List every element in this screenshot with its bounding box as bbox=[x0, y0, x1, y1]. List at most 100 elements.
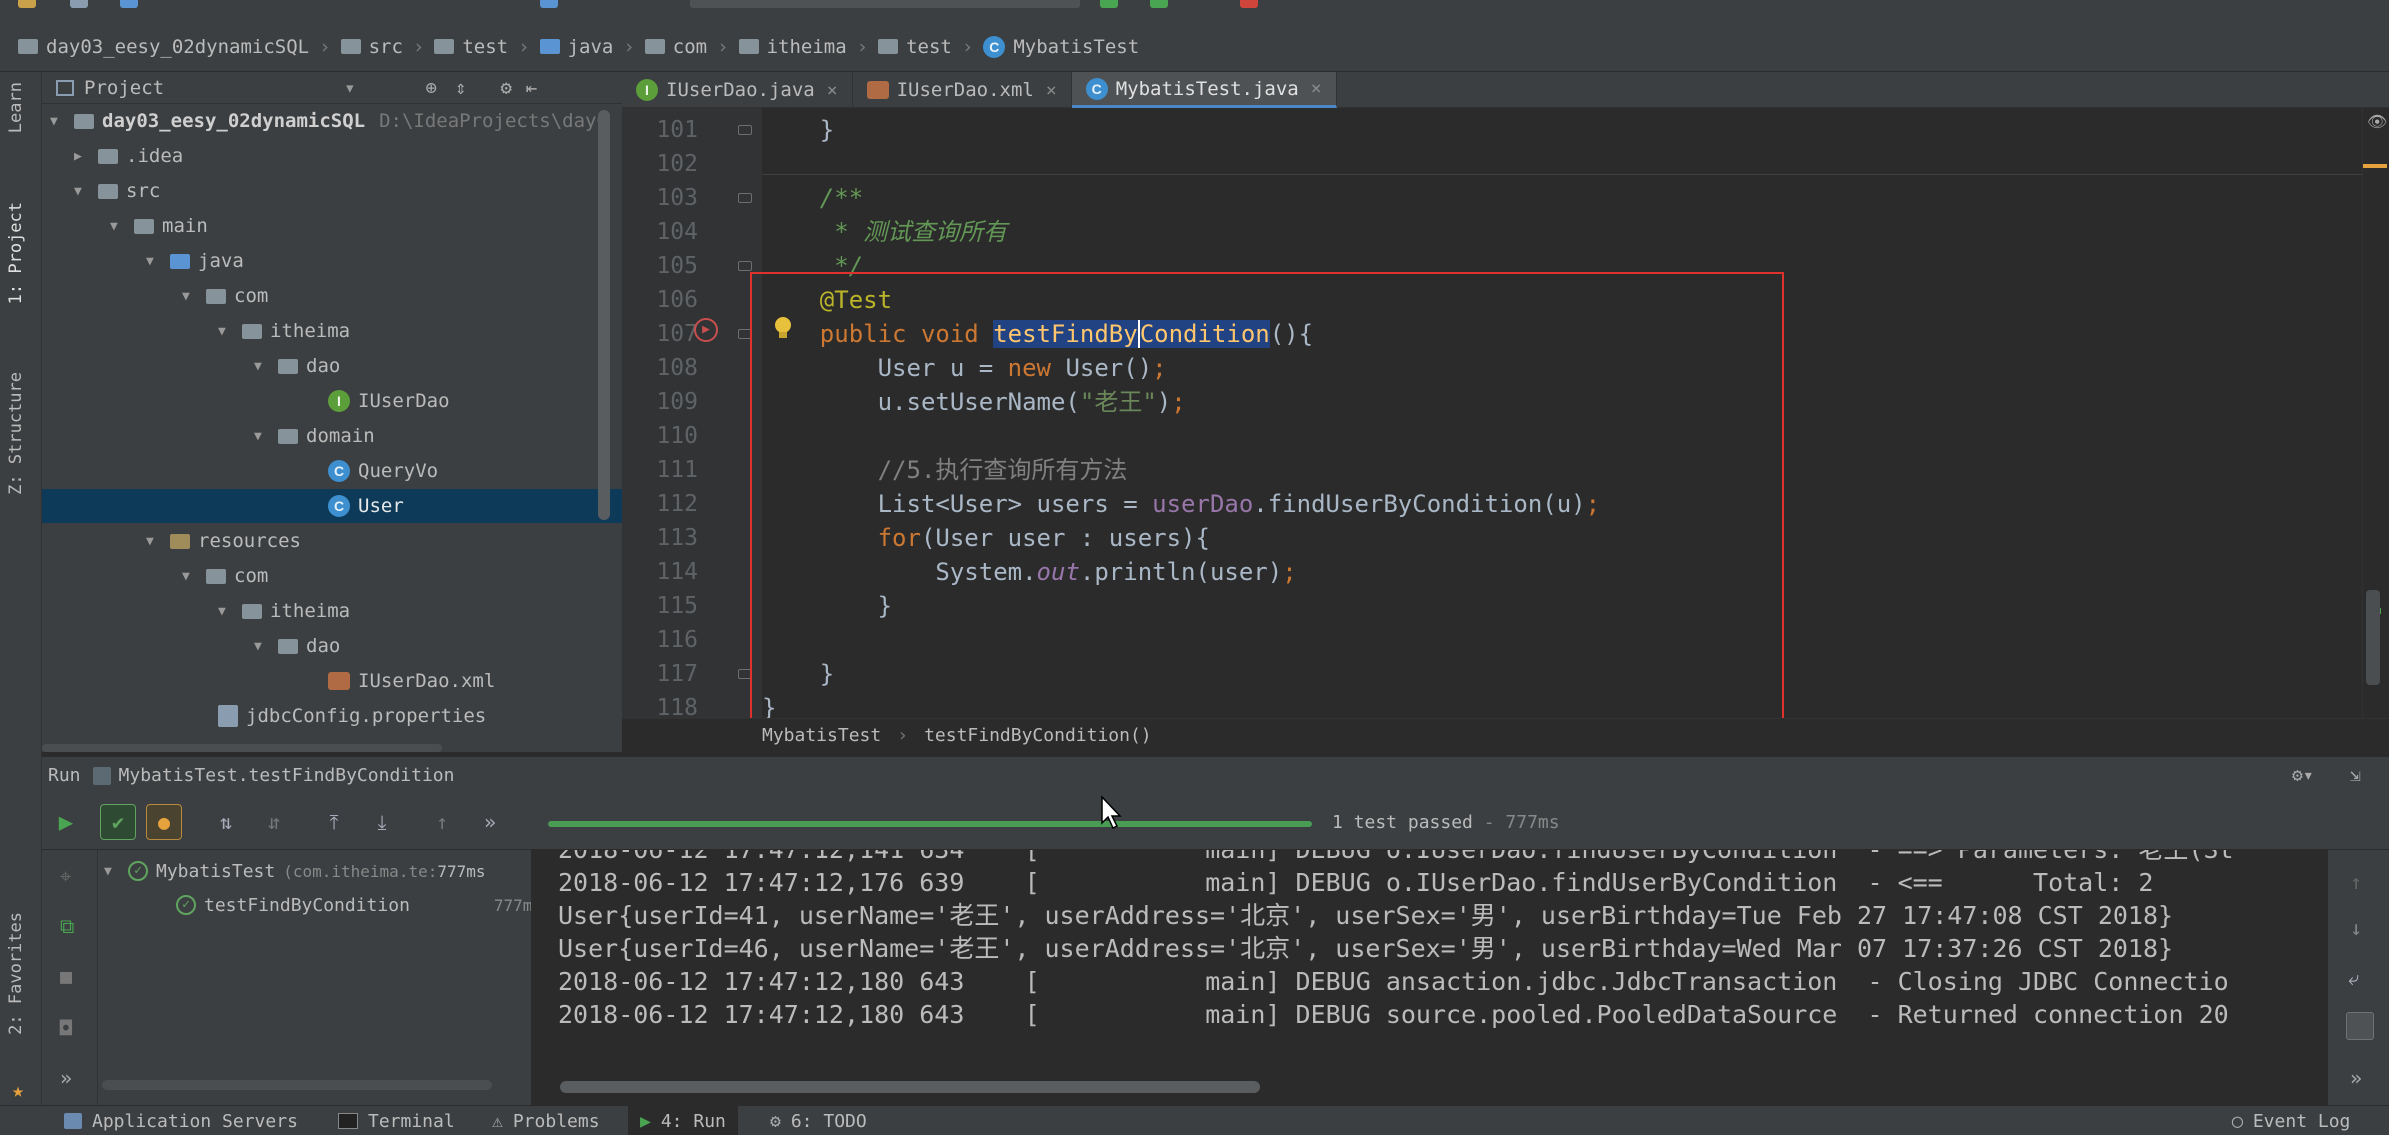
console-output[interactable]: 2018-06-12 17:47:12,141 634 [ main] DEBU… bbox=[532, 850, 2328, 1072]
sync-icon[interactable] bbox=[120, 0, 138, 8]
structure-tab[interactable]: Z: Structure bbox=[6, 372, 26, 495]
previous-test-icon[interactable]: ↑ bbox=[424, 804, 460, 840]
run-tab[interactable]: ▶4: Run bbox=[628, 1106, 738, 1135]
tree-node-com[interactable]: ▼com bbox=[182, 279, 268, 313]
more-icon[interactable]: » bbox=[2350, 1066, 2362, 1090]
breadcrumb-java[interactable]: java› bbox=[540, 36, 635, 58]
breadcrumb-src[interactable]: src› bbox=[341, 36, 425, 58]
scroll-to-end-icon[interactable] bbox=[2346, 1012, 2374, 1040]
expand-arrow-icon[interactable]: ▼ bbox=[74, 184, 98, 199]
warning-marker[interactable] bbox=[2363, 164, 2387, 168]
tree-node-res-itheima[interactable]: ▼itheima bbox=[218, 594, 350, 628]
project-horizontal-scrollbar[interactable] bbox=[42, 744, 442, 752]
star-icon[interactable]: ★ bbox=[12, 1078, 24, 1102]
expand-arrow-icon[interactable]: ▼ bbox=[104, 864, 128, 879]
open-icon[interactable] bbox=[18, 0, 36, 8]
collapse-arrow-icon[interactable]: ▶ bbox=[74, 149, 98, 164]
pin-icon[interactable]: ⌖ bbox=[60, 864, 71, 888]
fold-marker-icon[interactable] bbox=[738, 261, 752, 271]
tab-iuserdao-java[interactable]: IIUserDao.java× bbox=[622, 72, 853, 108]
expand-all-icon[interactable]: ⤒ bbox=[316, 804, 352, 840]
expand-arrow-icon[interactable]: ▼ bbox=[254, 639, 278, 654]
sort-duration-icon[interactable]: ⇵ bbox=[256, 804, 292, 840]
tree-node-iuserdao-xml[interactable]: IUserDao.xml bbox=[328, 664, 495, 698]
event-log-tab[interactable]: ◯Event Log bbox=[2232, 1106, 2350, 1135]
tree-node-res-com[interactable]: ▼com bbox=[182, 559, 268, 593]
stop-icon[interactable] bbox=[1240, 0, 1258, 8]
fold-marker-icon[interactable] bbox=[738, 193, 752, 203]
tree-node-java[interactable]: ▼java bbox=[146, 244, 244, 278]
camera-icon[interactable]: ◘ bbox=[60, 1016, 72, 1040]
run-config-selector[interactable] bbox=[690, 0, 1080, 8]
tab-mybatistest-java[interactable]: CMybatisTest.java× bbox=[1072, 72, 1337, 108]
show-ignored-icon[interactable]: ● bbox=[146, 804, 182, 840]
collapse-all-icon[interactable]: ⤓ bbox=[364, 804, 400, 840]
breadcrumb-itheima[interactable]: itheima› bbox=[739, 36, 869, 58]
expand-arrow-icon[interactable]: ▼ bbox=[254, 359, 278, 374]
expand-arrow-icon[interactable]: ▼ bbox=[50, 114, 74, 129]
stop-icon[interactable]: ■ bbox=[60, 964, 72, 988]
more-icon[interactable]: » bbox=[60, 1066, 72, 1090]
favorites-tab[interactable]: 2: Favorites bbox=[6, 912, 26, 1035]
run-config-tab[interactable]: MybatisTest.testFindByCondition bbox=[119, 765, 455, 786]
application-servers-tab[interactable]: Application Servers bbox=[64, 1106, 298, 1135]
locate-icon[interactable]: ⊕ bbox=[426, 77, 437, 99]
tab-iuserdao-xml[interactable]: IUserDao.xml× bbox=[853, 72, 1072, 108]
console-horizontal-scrollbar[interactable] bbox=[560, 1081, 1260, 1093]
test-tree-scrollbar[interactable] bbox=[102, 1080, 492, 1090]
expand-arrow-icon[interactable]: ▼ bbox=[218, 604, 242, 619]
hide-panel-icon[interactable]: ⇲ bbox=[2350, 765, 2361, 786]
layout-icon[interactable]: ⧉ bbox=[60, 914, 74, 938]
tree-node-idea[interactable]: ▶.idea bbox=[74, 139, 183, 173]
sort-alpha-icon[interactable]: ⇅ bbox=[208, 804, 244, 840]
tree-node-iuserdao[interactable]: IIUserDao bbox=[328, 384, 450, 418]
scroll-up-icon[interactable]: ↑ bbox=[2350, 870, 2362, 894]
gear-icon[interactable]: ⚙ bbox=[500, 77, 511, 99]
problems-tab[interactable]: ⚠Problems bbox=[492, 1106, 600, 1135]
expand-arrow-icon[interactable]: ▼ bbox=[254, 429, 278, 444]
close-icon[interactable]: × bbox=[1311, 78, 1322, 99]
soft-wrap-icon[interactable]: ⤶ bbox=[2348, 966, 2359, 990]
editor-scrollbar[interactable] bbox=[2366, 590, 2380, 685]
run-test-gutter-icon[interactable]: ▶ bbox=[694, 318, 718, 342]
eye-icon[interactable]: 👁 bbox=[2367, 112, 2387, 131]
tree-node-main[interactable]: ▼main bbox=[110, 209, 208, 243]
test-node-method[interactable]: ✓ testFindByCondition 777ms bbox=[176, 888, 532, 922]
expand-arrow-icon[interactable]: ▼ bbox=[218, 324, 242, 339]
chevron-down-icon[interactable]: ▾ bbox=[344, 77, 355, 99]
tree-node-resources[interactable]: ▼resources bbox=[146, 524, 301, 558]
gear-icon[interactable]: ⚙▾ bbox=[2292, 765, 2314, 786]
expand-arrow-icon[interactable]: ▼ bbox=[182, 569, 206, 584]
learn-tab[interactable]: Learn bbox=[6, 82, 26, 133]
breadcrumb-test-package[interactable]: test› bbox=[878, 36, 973, 58]
close-icon[interactable]: × bbox=[827, 80, 838, 101]
save-icon[interactable] bbox=[70, 0, 88, 8]
project-view-selector[interactable]: Project bbox=[84, 77, 164, 99]
tree-node-queryvo[interactable]: CQueryVo bbox=[328, 454, 438, 488]
undo-icon[interactable] bbox=[540, 0, 558, 8]
breadcrumb-method-name[interactable]: testFindByCondition() bbox=[924, 725, 1152, 746]
run-icon[interactable] bbox=[1100, 0, 1118, 8]
expand-arrow-icon[interactable]: ▼ bbox=[146, 254, 170, 269]
collapse-all-icon[interactable]: ⇕ bbox=[455, 77, 466, 99]
tree-node-project[interactable]: ▼day03_eesy_02dynamicSQLD:\IdeaProjects\… bbox=[50, 104, 608, 138]
close-icon[interactable]: × bbox=[1046, 80, 1057, 101]
project-tab[interactable]: 1: Project bbox=[6, 202, 26, 304]
breadcrumb-com[interactable]: com› bbox=[645, 36, 729, 58]
breadcrumb-project[interactable]: day03_eesy_02dynamicSQL› bbox=[18, 36, 331, 58]
tree-node-itheima[interactable]: ▼itheima bbox=[218, 314, 350, 348]
more-icon[interactable]: » bbox=[472, 804, 508, 840]
expand-arrow-icon[interactable]: ▼ bbox=[110, 219, 134, 234]
tree-node-src[interactable]: ▼src bbox=[74, 174, 160, 208]
project-vertical-scrollbar[interactable] bbox=[598, 110, 610, 520]
tree-node-user[interactable]: CUser bbox=[42, 489, 622, 523]
rerun-icon[interactable]: ▶ bbox=[48, 804, 84, 840]
tree-node-res-dao[interactable]: ▼dao bbox=[254, 629, 340, 663]
fold-marker-icon[interactable] bbox=[738, 125, 752, 135]
tree-node-jdbcconfig[interactable]: jdbcConfig.properties bbox=[218, 699, 486, 733]
todo-tab[interactable]: ⚙6: TODO bbox=[770, 1106, 867, 1135]
expand-arrow-icon[interactable]: ▼ bbox=[146, 534, 170, 549]
show-passed-icon[interactable]: ✔ bbox=[100, 804, 136, 840]
tree-node-domain[interactable]: ▼domain bbox=[254, 419, 375, 453]
breadcrumb-class[interactable]: CMybatisTest bbox=[983, 36, 1139, 58]
